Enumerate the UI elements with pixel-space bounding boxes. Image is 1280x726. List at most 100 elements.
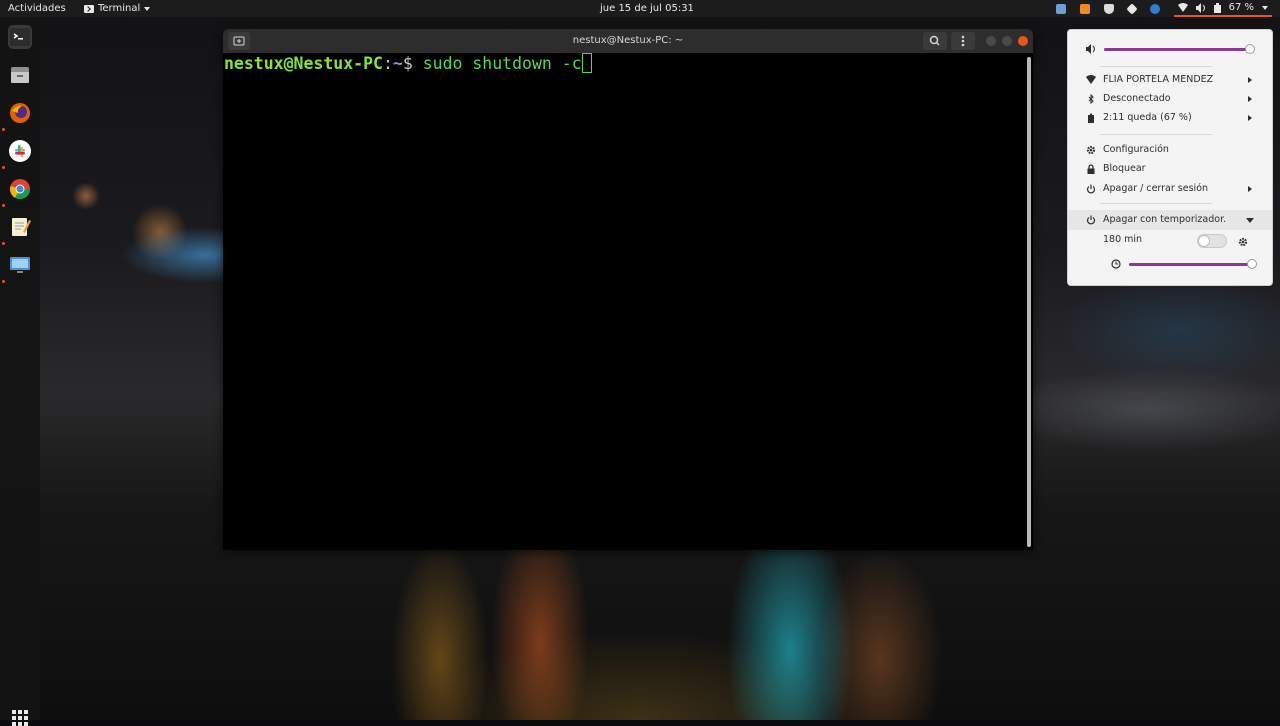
top-bar: Actividades Terminal jue 15 de jul 05:31… (0, 0, 1280, 17)
bluetooth-icon (1088, 94, 1094, 104)
coffee-icon[interactable] (1103, 3, 1114, 14)
settings-menu-item[interactable]: Configuración (1068, 142, 1272, 158)
chevron-down-icon (1262, 5, 1268, 10)
minimize-button[interactable] (986, 36, 996, 46)
command-text: sudo shutdown -c (412, 54, 582, 73)
window-title: nestux@Nestux-PC: ~ (572, 35, 684, 46)
separator (1100, 66, 1212, 67)
remote-desktop-icon (10, 257, 30, 273)
terminal-output[interactable]: nestux@Nestux-PC:~$ sudo shutdown -c (223, 53, 1027, 550)
firefox-launcher[interactable] (8, 101, 32, 125)
wifi-menu-item[interactable]: FLIA PORTELA MENDEZ (1068, 72, 1272, 88)
terminal-app-icon (84, 4, 94, 13)
screenshot-tool-icon[interactable] (1055, 3, 1066, 14)
settings-label: Configuración (1103, 144, 1169, 155)
power-icon (1086, 215, 1096, 225)
gear-icon (1086, 145, 1096, 155)
prompt-user: nestux@Nestux-PC (224, 54, 383, 73)
clock-icon (1111, 259, 1121, 269)
terminal-launcher[interactable] (8, 25, 32, 49)
terminal-icon (10, 28, 30, 46)
power-icon (1086, 184, 1096, 194)
terminal-headerbar[interactable]: nestux@Nestux-PC: ~ (223, 29, 1033, 53)
remote-desktop-launcher[interactable] (8, 253, 32, 277)
chevron-right-icon (1248, 96, 1252, 102)
separator (1100, 134, 1212, 135)
chevron-right-icon (1248, 186, 1252, 192)
toggle-knob (1198, 235, 1210, 247)
scrollbar[interactable] (1027, 57, 1031, 547)
activities-button[interactable]: Actividades (8, 0, 66, 17)
battery-menu-item[interactable]: 2:11 queda (67 %) (1068, 110, 1272, 126)
running-indicator (2, 166, 5, 169)
menu-button[interactable] (951, 32, 975, 50)
bluetooth-label: Desconectado (1103, 93, 1171, 104)
volume-icon (1086, 44, 1095, 54)
timer-menu-item[interactable]: Apagar con temporizador. (1068, 212, 1272, 228)
files-launcher[interactable] (8, 63, 32, 87)
slack-icon (9, 140, 31, 162)
chevron-right-icon (1248, 77, 1252, 83)
volume-icon (1195, 2, 1205, 13)
files-icon (11, 67, 29, 83)
skype-icon[interactable] (1149, 3, 1160, 14)
text-editor-launcher[interactable] (8, 215, 32, 239)
lock-icon (1087, 164, 1095, 174)
slack-icon[interactable] (1125, 2, 1138, 15)
timer-slider[interactable] (1129, 259, 1257, 269)
system-menu: FLIA PORTELA MENDEZ Desconectado 2:11 qu… (1067, 29, 1273, 286)
app-menu-label: Terminal (98, 3, 141, 14)
dock (0, 17, 40, 726)
bluetooth-menu-item[interactable]: Desconectado (1068, 91, 1272, 107)
lock-label: Bloquear (1103, 163, 1146, 174)
status-menu-button[interactable]: 67 % (1173, 0, 1272, 17)
wifi-label: FLIA PORTELA MENDEZ (1103, 74, 1214, 85)
battery-icon (1088, 113, 1094, 123)
timer-minutes: 180 min (1103, 234, 1143, 245)
running-indicator (2, 280, 5, 283)
system-tray: 67 % (1055, 0, 1272, 17)
timer-slider-fill (1129, 263, 1252, 266)
firefox-icon (10, 103, 30, 123)
lock-menu-item[interactable]: Bloquear (1068, 161, 1272, 177)
timer-slider-handle[interactable] (1247, 259, 1257, 269)
running-indicator (2, 242, 5, 245)
slack-launcher[interactable] (8, 139, 32, 163)
volume-slider[interactable] (1104, 44, 1255, 54)
chevron-down-icon (1246, 218, 1254, 223)
text-cursor (581, 53, 592, 73)
power-menu-item[interactable]: Apagar / cerrar sesión (1068, 181, 1272, 197)
timer-toggle[interactable] (1197, 234, 1227, 248)
clock[interactable]: jue 15 de jul 05:31 (600, 0, 694, 17)
separator (1100, 203, 1212, 204)
battery-percent: 67 % (1228, 2, 1254, 13)
battery-icon (1213, 2, 1221, 13)
battery-label: 2:11 queda (67 %) (1103, 112, 1192, 123)
wifi-icon (1177, 3, 1188, 12)
terminal-window[interactable]: nestux@Nestux-PC: ~ nestux@Nestux-PC:~$ … (223, 29, 1033, 550)
sublime-icon[interactable] (1079, 3, 1090, 14)
kebab-menu-icon (961, 35, 965, 47)
app-menu[interactable]: Terminal (84, 0, 151, 17)
wifi-icon (1086, 75, 1096, 84)
maximize-button[interactable] (1002, 36, 1012, 46)
timer-label: Apagar con temporizador. (1103, 214, 1227, 225)
prompt-separator: : (382, 54, 393, 73)
chrome-icon (10, 179, 31, 200)
chevron-down-icon (144, 6, 151, 11)
prompt-symbol: $ (402, 54, 413, 73)
close-button[interactable] (1018, 36, 1028, 46)
search-button[interactable] (923, 32, 947, 50)
volume-slider-fill (1104, 48, 1250, 51)
show-applications-icon[interactable] (12, 710, 28, 726)
volume-slider-handle[interactable] (1245, 44, 1255, 54)
chevron-right-icon (1248, 115, 1252, 121)
power-label: Apagar / cerrar sesión (1103, 183, 1209, 194)
text-editor-icon (12, 218, 31, 236)
prompt-path: ~ (392, 54, 403, 73)
search-icon (929, 35, 940, 46)
running-indicator (2, 204, 5, 207)
running-indicator (2, 128, 5, 131)
gear-icon[interactable] (1238, 237, 1248, 247)
chrome-launcher[interactable] (8, 177, 32, 201)
